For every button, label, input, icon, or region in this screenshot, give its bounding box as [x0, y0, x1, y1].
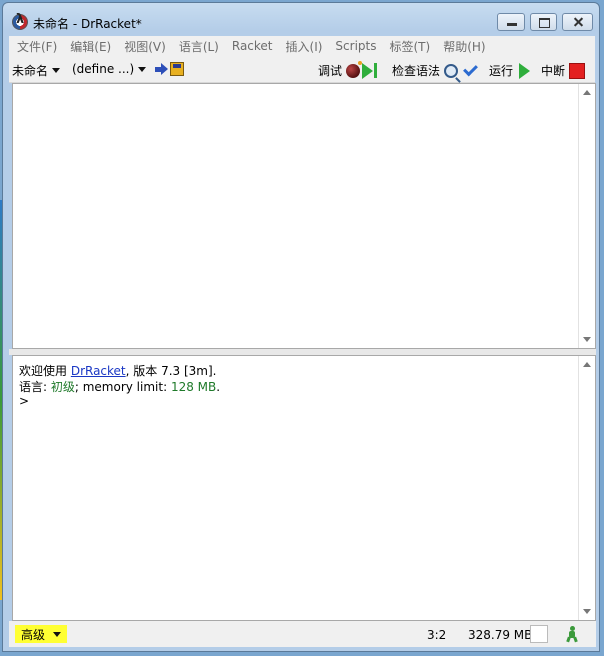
menu-racket[interactable]: Racket	[224, 39, 278, 53]
scroll-up-icon[interactable]	[583, 362, 591, 367]
define-menu-label: (define ...)	[72, 62, 135, 76]
running-man-icon	[565, 626, 579, 643]
debug-bomb-icon	[346, 60, 363, 78]
menu-edit[interactable]: 编辑(E)	[62, 38, 116, 55]
magnifier-icon	[444, 63, 459, 78]
run-button[interactable]: 运行	[489, 62, 531, 79]
check-syntax-label: 检查语法	[392, 64, 441, 78]
language-prefix: 语言:	[19, 380, 51, 394]
chevron-down-icon	[138, 66, 147, 72]
menu-language[interactable]: 语言(L)	[171, 38, 224, 55]
window-title: 未命名 - DrRacket*	[33, 17, 142, 31]
debug-label: 调试	[318, 64, 343, 78]
drracket-link[interactable]: DrRacket	[71, 364, 126, 378]
language-line: 语言: 初级; memory limit: 128 MB.	[19, 378, 220, 395]
stop-button[interactable]: 中断	[541, 62, 586, 79]
gc-indicator	[530, 625, 548, 643]
cursor-position: 3:2	[427, 628, 447, 642]
drracket-window: 未命名 - DrRacket* 文件(F) 编辑(E) 视图(V) 语言(L) …	[2, 2, 600, 652]
interactions-pane[interactable]: 欢迎使用 DrRacket, 版本 7.3 [3m]. 语言: 初级; memo…	[12, 355, 596, 621]
welcome-prefix: 欢迎使用	[19, 364, 71, 378]
close-button[interactable]	[562, 13, 593, 31]
repl-prompt[interactable]: >	[19, 394, 29, 408]
memory-limit-label: ; memory limit:	[74, 380, 171, 394]
menu-tabs[interactable]: 标签(T)	[381, 38, 435, 55]
file-name-menu[interactable]: 未命名	[12, 62, 61, 79]
title-bar[interactable]: 未命名 - DrRacket*	[3, 3, 599, 33]
memory-usage[interactable]: 328.79 MB	[468, 628, 532, 642]
save-button[interactable]	[155, 62, 184, 76]
scroll-down-icon[interactable]	[583, 609, 591, 614]
debug-button[interactable]: 调试	[318, 60, 378, 79]
racket-logo-icon[interactable]	[12, 12, 28, 30]
menu-bar: 文件(F) 编辑(E) 视图(V) 语言(L) Racket 插入(I) Scr…	[9, 36, 595, 56]
menu-scripts[interactable]: Scripts	[327, 39, 381, 53]
step-icon	[362, 62, 374, 79]
stop-icon	[569, 62, 586, 79]
scroll-up-icon[interactable]	[583, 90, 591, 95]
run-label: 运行	[489, 64, 514, 78]
language-name: 初级	[50, 380, 75, 394]
menu-file[interactable]: 文件(F)	[9, 38, 62, 55]
menu-help[interactable]: 帮助(H)	[435, 38, 490, 55]
stop-label: 中断	[541, 64, 566, 78]
chevron-down-icon	[53, 631, 62, 637]
language-level-label: 高级	[21, 627, 46, 642]
interactions-scrollbar[interactable]	[578, 356, 595, 620]
version-text: , 版本 7.3 [3m].	[125, 364, 217, 378]
step-bar-icon	[374, 63, 378, 78]
check-icon	[463, 61, 478, 76]
definitions-editor[interactable]	[12, 83, 596, 349]
definitions-scrollbar[interactable]	[578, 84, 595, 348]
save-icon	[155, 62, 184, 76]
chevron-down-icon	[52, 68, 61, 73]
define-menu[interactable]: (define ...)	[72, 62, 147, 76]
menu-view[interactable]: 视图(V)	[116, 38, 171, 55]
language-end: .	[216, 380, 221, 394]
welcome-line: 欢迎使用 DrRacket, 版本 7.3 [3m].	[19, 362, 217, 379]
language-level-button[interactable]: 高级	[15, 625, 68, 643]
check-syntax-button[interactable]: 检查语法	[392, 61, 478, 79]
file-name-label: 未命名	[12, 64, 49, 78]
menu-insert[interactable]: 插入(I)	[278, 38, 328, 55]
minimize-button[interactable]	[497, 13, 525, 31]
maximize-button[interactable]	[530, 13, 557, 31]
status-bar: 高级 3:2 328.79 MB	[9, 621, 596, 647]
scroll-down-icon[interactable]	[583, 337, 591, 342]
memory-limit-value: 128 MB	[170, 380, 217, 394]
run-icon	[519, 62, 531, 79]
toolbar: 未命名 (define ...) 调试 检查语法 运行 中断	[9, 56, 595, 83]
